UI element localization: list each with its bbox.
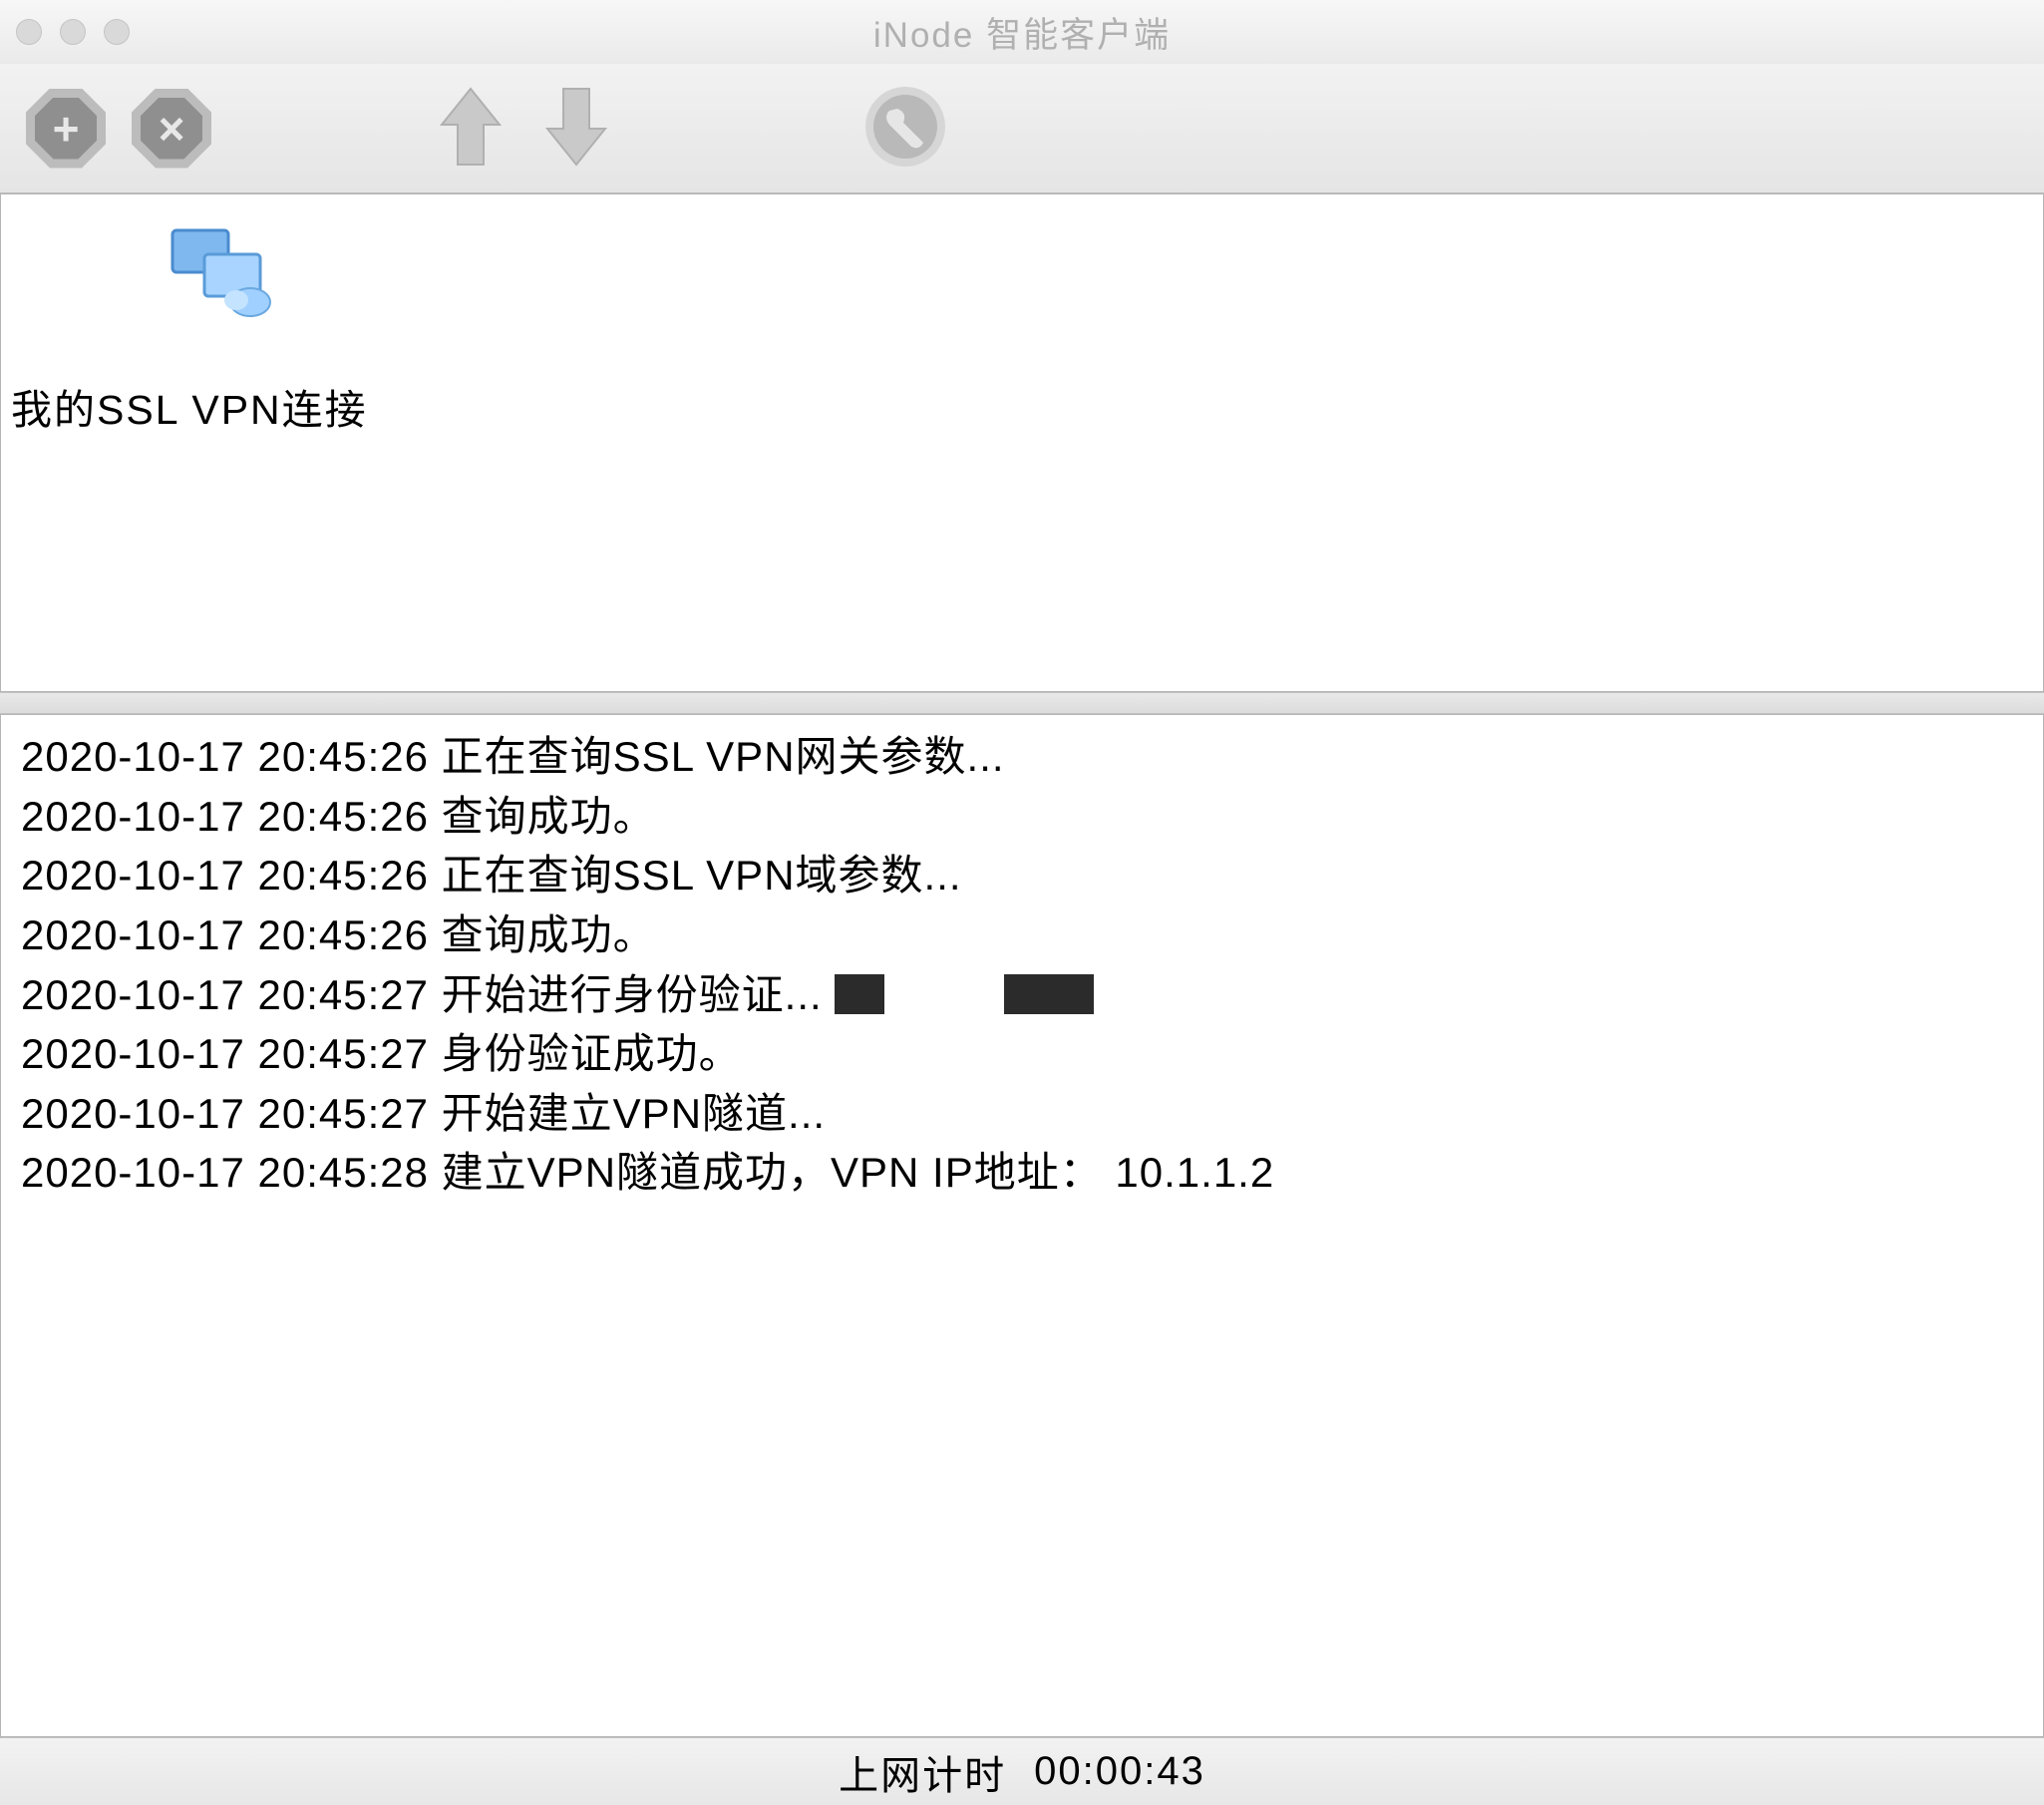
app-window: iNode 智能客户端 + × (0, 0, 2044, 1805)
remove-button[interactable]: × (126, 83, 217, 175)
connection-item[interactable]: 我的SSL VPN连接 (9, 220, 428, 436)
settings-button[interactable] (859, 83, 951, 175)
redacted-text (835, 974, 1154, 1014)
log-line: 2020-10-17 20:45:27 开始进行身份验证... (21, 965, 2023, 1025)
close-window-button[interactable] (16, 19, 42, 45)
move-down-button[interactable] (530, 83, 622, 175)
status-label: 上网计时 (839, 1743, 1006, 1801)
vpn-connection-icon (159, 220, 278, 320)
log-line: 2020-10-17 20:45:26 查询成功。 (21, 905, 2023, 965)
connection-label: 我的SSL VPN连接 (9, 376, 368, 436)
log-line: 2020-10-17 20:45:28 建立VPN隧道成功，VPN IP地址： … (21, 1143, 2023, 1203)
add-icon: + (26, 89, 106, 169)
log-line: 2020-10-17 20:45:27 开始建立VPN隧道... (21, 1084, 2023, 1144)
remove-icon: × (132, 89, 211, 169)
log-line: 2020-10-17 20:45:26 正在查询SSL VPN域参数... (21, 846, 2023, 905)
connections-panel[interactable]: 我的SSL VPN连接 (0, 193, 2044, 692)
arrow-up-icon (434, 83, 508, 174)
zoom-window-button[interactable] (104, 19, 130, 45)
status-time: 00:00:43 (1034, 1749, 1205, 1794)
minimize-window-button[interactable] (60, 19, 86, 45)
panel-divider[interactable] (0, 692, 2044, 714)
traffic-lights (16, 19, 130, 45)
log-line: 2020-10-17 20:45:27 身份验证成功。 (21, 1024, 2023, 1084)
move-up-button[interactable] (425, 83, 516, 175)
add-button[interactable]: + (20, 83, 112, 175)
arrow-down-icon (539, 83, 613, 174)
log-panel[interactable]: 2020-10-17 20:45:26 正在查询SSL VPN网关参数...20… (0, 714, 2044, 1737)
log-line: 2020-10-17 20:45:26 查询成功。 (21, 787, 2023, 847)
titlebar[interactable]: iNode 智能客户端 (0, 0, 2044, 64)
window-title: iNode 智能客户端 (0, 7, 2044, 58)
wrench-icon (863, 85, 947, 172)
toolbar: + × (0, 64, 2044, 193)
statusbar: 上网计时 00:00:43 (0, 1737, 2044, 1805)
log-line: 2020-10-17 20:45:26 正在查询SSL VPN网关参数... (21, 727, 2023, 787)
